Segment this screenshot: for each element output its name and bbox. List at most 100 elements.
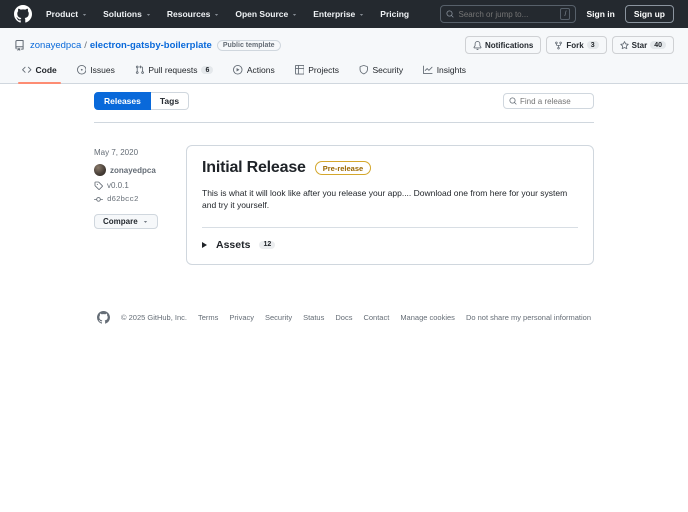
- footer-link-manage-cookies[interactable]: Manage cookies: [400, 313, 455, 322]
- copyright-text: © 2025 GitHub, Inc.: [121, 312, 187, 322]
- prerelease-badge: Pre-release: [314, 161, 372, 175]
- nav-item-open-source[interactable]: Open Source: [235, 9, 298, 19]
- tab-actions[interactable]: Actions: [225, 58, 282, 83]
- commit-icon: [94, 197, 103, 202]
- visibility-badge: Public template: [216, 39, 281, 51]
- nav-label: Open Source: [235, 9, 289, 19]
- chevron-down-icon: [293, 13, 297, 16]
- tags-toggle-button[interactable]: Tags: [150, 92, 190, 110]
- footer-link-privacy[interactable]: Privacy: [229, 313, 254, 322]
- github-logo-icon[interactable]: [14, 5, 32, 23]
- nav-label: Enterprise: [313, 9, 356, 19]
- compare-button[interactable]: Compare: [94, 214, 158, 229]
- chevron-down-icon: [146, 13, 150, 16]
- nav-item-product[interactable]: Product: [46, 9, 88, 19]
- star-icon: [619, 40, 629, 49]
- tab-label: Issues: [90, 65, 115, 75]
- projects-icon: [294, 65, 305, 75]
- chevron-down-icon: [215, 13, 219, 16]
- global-search[interactable]: /: [440, 5, 577, 23]
- sign-up-button[interactable]: Sign up: [624, 5, 674, 23]
- sign-in-link[interactable]: Sign in: [586, 9, 614, 19]
- tab-code[interactable]: Code: [14, 58, 65, 84]
- repo-separator: /: [84, 39, 87, 51]
- release-title: Initial Release: [202, 159, 306, 176]
- tab-label: Pull requests: [148, 65, 198, 75]
- bell-icon: [473, 40, 482, 50]
- tab-label: Actions: [246, 65, 275, 75]
- site-header: Product Solutions Resources Open Source …: [0, 0, 688, 28]
- notifications-label: Notifications: [484, 40, 534, 50]
- code-icon: [22, 67, 32, 73]
- compare-label: Compare: [103, 217, 138, 226]
- footer-link-security[interactable]: Security: [265, 313, 292, 322]
- assets-count: 12: [259, 240, 276, 249]
- footer-link-contact[interactable]: Contact: [363, 313, 389, 322]
- fork-icon: [555, 41, 563, 49]
- tab-label: Insights: [436, 65, 466, 75]
- site-footer: © 2025 GitHub, Inc. Terms Privacy Securi…: [0, 310, 688, 324]
- release-sidebar: May 7, 2020 zonayedpca v0.0.1 d62bcc2 Co…: [94, 145, 186, 265]
- shield-icon: [359, 65, 368, 75]
- tab-security[interactable]: Security: [351, 58, 411, 83]
- releases-page: Releases Tags May 7, 2020 zonayedpca v0.…: [94, 92, 594, 265]
- avatar[interactable]: [94, 164, 106, 176]
- github-footer-logo-icon[interactable]: [97, 310, 110, 324]
- nav-item-resources[interactable]: Resources: [167, 9, 220, 19]
- primary-nav: Product Solutions Resources Open Source …: [46, 9, 409, 19]
- repo-icon: [15, 39, 24, 51]
- search-icon: [509, 97, 517, 105]
- release-tag-link[interactable]: v0.0.1: [107, 181, 129, 190]
- nav-item-solutions[interactable]: Solutions: [103, 9, 152, 19]
- tab-pull-requests[interactable]: Pull requests 6: [127, 58, 222, 83]
- repo-owner-link[interactable]: zonayedpca: [30, 40, 81, 51]
- footer-link-do-not-share[interactable]: Do not share my personal information: [466, 313, 591, 322]
- graph-icon: [423, 65, 433, 75]
- releases-tags-toggle: Releases Tags: [94, 92, 190, 110]
- star-button[interactable]: Star 40: [611, 36, 674, 54]
- release-author-link[interactable]: zonayedpca: [110, 166, 156, 175]
- tab-projects[interactable]: Projects: [287, 58, 347, 83]
- global-search-input[interactable]: [458, 9, 557, 19]
- release-description: This is what it will look like after you…: [202, 188, 568, 210]
- triangle-down-icon: [143, 221, 147, 223]
- chevron-down-icon: [83, 13, 87, 16]
- release-commit-link[interactable]: d62bcc2: [107, 196, 139, 204]
- tab-label: Security: [372, 65, 404, 75]
- repo-name-link[interactable]: electron-gatsby-boilerplate: [90, 40, 212, 51]
- tag-icon: [94, 181, 103, 190]
- pull-request-icon: [135, 65, 144, 75]
- fork-count[interactable]: 3: [586, 41, 599, 49]
- release-card: Initial Release Pre-release This is what…: [186, 145, 594, 265]
- tab-label: Code: [35, 65, 57, 75]
- footer-link-docs[interactable]: Docs: [335, 313, 352, 322]
- notifications-button[interactable]: Notifications: [464, 36, 542, 54]
- nav-label: Resources: [166, 9, 211, 19]
- footer-link-status[interactable]: Status: [303, 313, 324, 322]
- star-count[interactable]: 40: [650, 41, 666, 49]
- tab-insights[interactable]: Insights: [415, 58, 474, 83]
- search-icon: [446, 10, 454, 18]
- repo-header: zonayedpca / electron-gatsby-boilerplate…: [0, 28, 688, 84]
- find-release-input[interactable]: [520, 96, 588, 106]
- fork-button[interactable]: Fork 3: [546, 36, 607, 54]
- find-release-box[interactable]: [503, 93, 594, 109]
- nav-label: Product: [46, 9, 79, 19]
- fork-label: Fork: [566, 40, 584, 50]
- assets-toggle[interactable]: Assets 12: [202, 226, 578, 264]
- chevron-down-icon: [360, 13, 364, 16]
- issue-icon: [76, 65, 87, 75]
- nav-item-pricing[interactable]: Pricing: [380, 9, 409, 19]
- pull-requests-count: 6: [201, 66, 214, 74]
- tab-issues[interactable]: Issues: [69, 58, 123, 83]
- nav-item-enterprise[interactable]: Enterprise: [313, 9, 365, 19]
- divider: [94, 122, 594, 123]
- release-date: May 7, 2020: [94, 148, 139, 157]
- releases-toggle-button[interactable]: Releases: [94, 92, 151, 110]
- assets-label: Assets: [216, 238, 251, 251]
- repo-actions: Notifications Fork 3 Star 40: [464, 36, 674, 54]
- disclosure-triangle-icon: [202, 241, 207, 248]
- tab-label: Projects: [308, 65, 339, 75]
- actions-icon: [233, 65, 243, 75]
- footer-link-terms[interactable]: Terms: [198, 313, 218, 322]
